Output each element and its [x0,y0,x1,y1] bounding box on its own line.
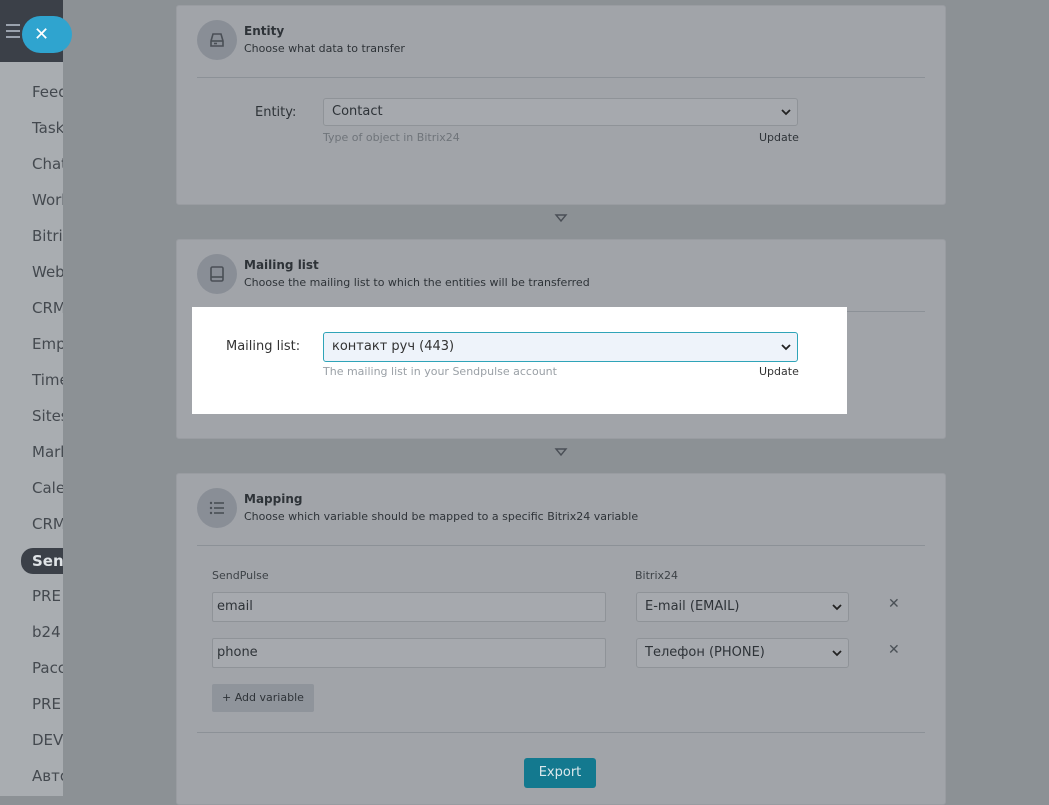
sidebar-item[interactable]: Web [32,260,63,296]
sidebar-item[interactable]: DEV [32,728,63,764]
book-icon [197,254,237,294]
entity-field-label: Entity: [255,105,297,120]
sendpulse-variable-input[interactable]: phone [212,638,606,668]
entity-select-value: Contact [332,104,383,119]
mailing-list-hint: The mailing list in your Sendpulse accou… [323,365,557,378]
sendpulse-column-header: SendPulse [212,569,269,582]
close-icon: ✕ [34,24,50,45]
chevron-down-icon [832,650,842,657]
chevron-down-icon [781,109,791,116]
sidebar-item[interactable]: Bitrix [32,224,63,260]
entity-hint: Type of object in Bitrix24 [323,131,460,144]
entity-card-subtitle: Choose what data to transfer [244,42,405,55]
export-button[interactable]: Export [524,758,596,788]
remove-row-icon[interactable]: ✕ [888,596,900,612]
sidebar-item[interactable]: Time [32,368,63,404]
mailing-list-select[interactable]: контакт руч (443) [323,332,798,362]
step-arrow-icon [554,214,568,223]
sidebar-item[interactable]: PRE [32,584,63,620]
sidebar-item[interactable]: Авто [32,764,63,796]
list-icon [197,488,237,528]
mailing-list-select-value: контакт руч (443) [332,339,455,354]
sidebar-item[interactable]: PRE [32,692,63,728]
sidebar-item[interactable]: Emp [32,332,63,368]
entity-select[interactable]: Contact [323,98,798,126]
sidebar-item[interactable]: Sites [32,404,63,440]
chevron-down-icon [781,344,791,351]
entity-card-title: Entity [244,24,285,38]
entity-card: Entity Choose what data to transfer Enti… [176,5,946,205]
remove-row-icon[interactable]: ✕ [888,642,900,658]
divider [197,77,925,78]
add-variable-label: Add variable [234,691,304,704]
mailing-list-spotlight: Mailing list: контакт руч (443) The mail… [192,307,847,414]
sidebar-item-active[interactable]: Send [21,548,63,574]
mailing-card-subtitle: Choose the mailing list to which the ent… [244,276,590,289]
menu-icon[interactable] [6,24,20,38]
bitrix-column-header: Bitrix24 [635,569,679,582]
sidebar-item[interactable]: b24 [32,620,63,656]
divider [197,545,925,546]
chevron-down-icon [832,604,842,611]
mapping-card-subtitle: Choose which variable should be mapped t… [244,510,639,523]
mailing-list-update-link[interactable]: Update [759,365,799,378]
sidebar-item[interactable]: Tasks [32,116,63,152]
mailing-list-field-label: Mailing list: [226,339,301,354]
plus-icon: + [222,691,235,704]
sidebar-item[interactable]: Pacc [32,656,63,692]
sidebar-item[interactable]: Cale [32,476,63,512]
sidebar-item[interactable]: Chat [32,152,63,188]
sendpulse-variable-input[interactable]: email [212,592,606,622]
mapping-card-title: Mapping [244,492,303,506]
bitrix-sidebar: Feed Tasks Chat Work Bitrix Web CRM Emp … [0,0,63,796]
sidebar-item[interactable]: Mark [32,440,63,476]
close-slider-button[interactable]: ✕ [22,16,72,53]
bitrix-field-select[interactable]: E-mail (EMAIL) [636,592,849,622]
mailing-card-title: Mailing list [244,258,319,272]
bitrix-field-value: Телефон (PHONE) [645,645,765,660]
drive-icon [197,20,237,60]
entity-update-link[interactable]: Update [759,131,799,144]
sidebar-item[interactable]: Feed [32,80,63,116]
add-variable-button[interactable]: + Add variable [212,684,314,712]
bitrix-field-select[interactable]: Телефон (PHONE) [636,638,849,668]
sidebar-item[interactable]: CRM [32,512,63,548]
sidebar-menu: Feed Tasks Chat Work Bitrix Web CRM Emp … [21,80,63,796]
divider [197,732,925,733]
mapping-card: Mapping Choose which variable should be … [176,473,946,805]
sidebar-item[interactable]: Work [32,188,63,224]
step-arrow-icon [554,448,568,457]
bitrix-field-value: E-mail (EMAIL) [645,599,740,614]
sidebar-item[interactable]: CRM [32,296,63,332]
